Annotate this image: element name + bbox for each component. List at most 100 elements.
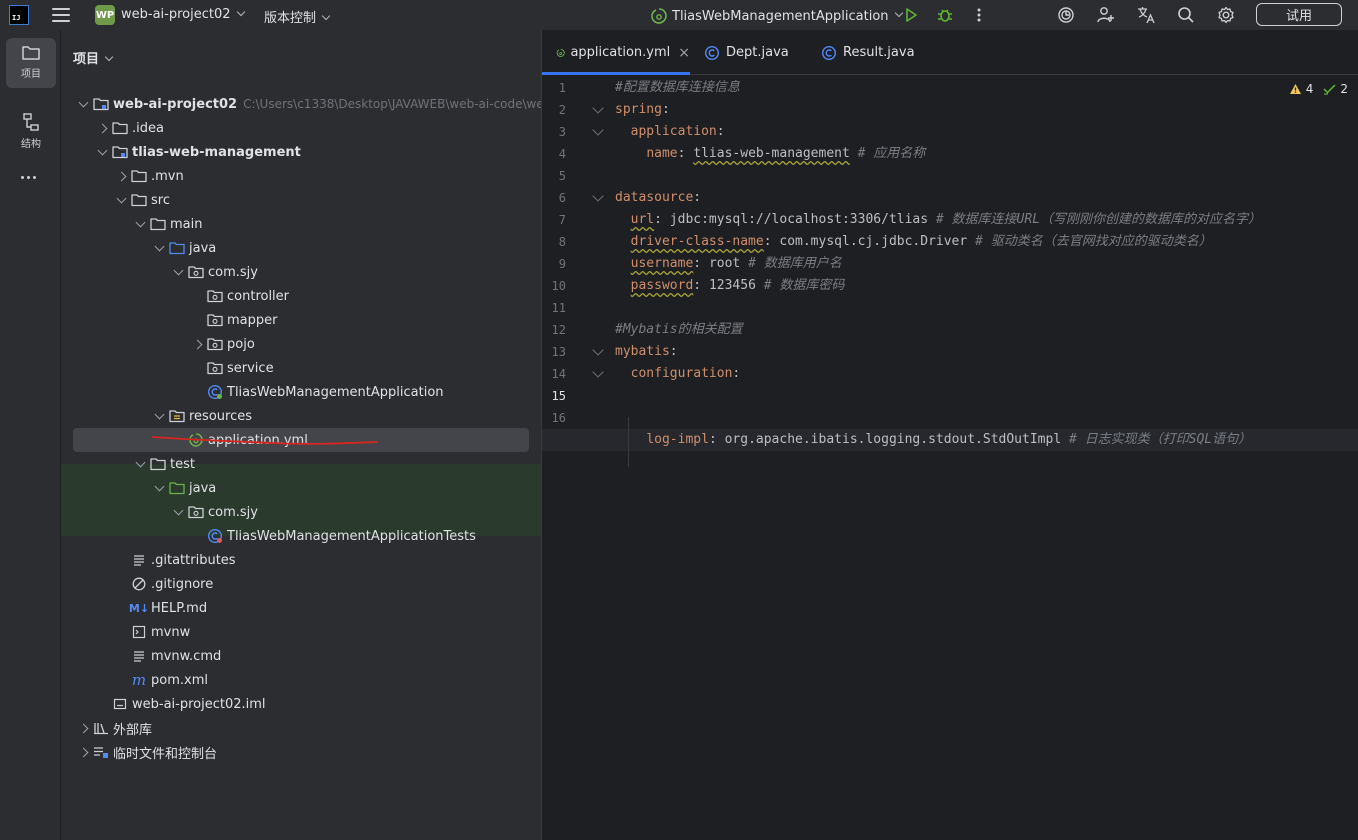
java-class-icon	[704, 45, 720, 60]
structure-tool-button[interactable]: 结构	[6, 106, 56, 156]
tree-item[interactable]: mvnw.cmd	[61, 644, 541, 668]
folder-icon	[131, 192, 147, 208]
yaml-key: spring	[615, 102, 662, 117]
editor-tab-bar: application.yml × Dept.java Result.java	[542, 30, 1358, 75]
tree-item[interactable]: .gitattributes	[61, 548, 541, 572]
chevron-right-icon[interactable]	[94, 120, 110, 136]
tab-result-java[interactable]: Result.java	[821, 30, 941, 75]
run-icon[interactable]	[901, 5, 921, 25]
close-icon[interactable]: ×	[678, 45, 690, 61]
line-number: 16	[551, 411, 566, 425]
chevron-down-icon[interactable]	[113, 192, 129, 208]
tree-item[interactable]: test	[61, 452, 541, 476]
line-number: 7	[558, 213, 566, 227]
tree-item-label: com.sjy	[208, 504, 258, 520]
run-config-selector[interactable]: TliasWebManagementApplication	[650, 7, 903, 25]
tree-item[interactable]: com.sjy	[61, 260, 541, 284]
project-panel-title[interactable]: 项目	[73, 48, 114, 67]
yaml-key: mybatis	[615, 344, 670, 359]
tree-item[interactable]: java	[61, 236, 541, 260]
chevron-down-icon[interactable]	[94, 144, 110, 160]
project-selector[interactable]: web-ai-project02	[121, 7, 245, 22]
tree-item[interactable]: 临时文件和控制台	[61, 740, 541, 764]
fold-chevron-icon[interactable]	[592, 102, 604, 114]
tree-item[interactable]: 外部库	[61, 716, 541, 740]
fold-chevron-icon[interactable]	[592, 366, 604, 378]
intellij-logo-icon[interactable]: IJ	[9, 5, 29, 25]
yaml-key: application	[630, 124, 717, 139]
code-editor[interactable]: #配置数据库连接信息 spring: application: name: tl…	[542, 75, 1358, 840]
tab-application-yml[interactable]: application.yml ×	[542, 30, 690, 75]
search-icon[interactable]	[1176, 5, 1196, 25]
main-menu-icon[interactable]	[52, 6, 70, 24]
tree-item[interactable]: m pom.xml	[61, 668, 541, 692]
module-file-icon	[112, 696, 128, 712]
tree-item-label: TliasWebManagementApplicationTests	[227, 528, 476, 544]
tree-item[interactable]: TliasWebManagementApplication	[61, 380, 541, 404]
project-panel-title-text: 项目	[73, 52, 100, 67]
tree-item[interactable]: .mvn	[61, 164, 541, 188]
package-icon	[207, 360, 223, 376]
tab-dept-java[interactable]: Dept.java	[704, 30, 814, 75]
tree-item[interactable]: mvnw	[61, 620, 541, 644]
add-user-icon[interactable]	[1096, 5, 1116, 25]
fold-chevron-icon[interactable]	[592, 124, 604, 136]
tree-item[interactable]: pojo	[61, 332, 541, 356]
more-actions-icon[interactable]	[969, 5, 989, 25]
vcs-menu[interactable]: 版本控制	[264, 7, 331, 26]
chevron-down-icon[interactable]	[151, 240, 167, 256]
fold-chevron-icon[interactable]	[592, 344, 604, 356]
tab-label: application.yml	[570, 45, 671, 60]
fold-chevron-icon[interactable]	[592, 190, 604, 202]
tree-item[interactable]: .gitignore	[61, 572, 541, 596]
project-tool-button[interactable]: 项目	[6, 38, 56, 88]
settings-gear-icon[interactable]	[1216, 5, 1236, 25]
tree-item-label: service	[227, 360, 274, 376]
tree-item[interactable]: service	[61, 356, 541, 380]
tree-item[interactable]: M↓ HELP.md	[61, 596, 541, 620]
tree-item-label: java	[189, 480, 217, 496]
tree-item[interactable]: web-ai-project02.iml	[61, 692, 541, 716]
tree-item[interactable]: controller	[61, 284, 541, 308]
project-badge[interactable]: WP	[95, 5, 115, 25]
chevron-right-icon[interactable]	[189, 336, 205, 352]
chevron-down-icon[interactable]	[151, 480, 167, 496]
tree-item-label: mvnw.cmd	[151, 648, 222, 664]
chevron-down-icon[interactable]	[132, 456, 148, 472]
translate-icon[interactable]	[1136, 5, 1156, 25]
chevron-right-icon[interactable]	[75, 720, 91, 736]
package-icon	[188, 504, 204, 520]
markdown-icon: M↓	[128, 601, 150, 615]
tree-item-label: .gitignore	[151, 576, 214, 592]
tree-item[interactable]: .idea	[61, 116, 541, 140]
chevron-down-icon[interactable]	[132, 216, 148, 232]
tree-item-label: main	[170, 216, 203, 232]
test-source-folder-icon	[169, 480, 185, 496]
chevron-down-icon[interactable]	[170, 264, 186, 280]
comment: # 数据库用户名	[748, 256, 842, 271]
chevron-down-icon[interactable]	[170, 504, 186, 520]
tree-item[interactable]: src	[61, 188, 541, 212]
tree-item[interactable]: java	[61, 476, 541, 500]
tree-item[interactable]: TliasWebManagementApplicationTests	[61, 524, 541, 548]
tree-item[interactable]: web-ai-project02 C:\Users\c1338\Desktop\J…	[61, 92, 541, 116]
editor-area: application.yml × Dept.java Result.java …	[541, 30, 1358, 840]
chevron-right-icon[interactable]	[113, 168, 129, 184]
tree-item[interactable]: com.sjy	[61, 500, 541, 524]
tree-item[interactable]: tlias-web-management	[61, 140, 541, 164]
yaml-key: driver-class-name	[630, 234, 764, 249]
tree-item[interactable]: main	[61, 212, 541, 236]
ai-assistant-icon[interactable]	[1056, 5, 1076, 25]
chevron-down-icon[interactable]	[151, 408, 167, 424]
chevron-down-icon[interactable]	[75, 96, 91, 112]
comment: # 数据库连接URL（写刚刚你创建的数据库的对应名字）	[935, 212, 1262, 227]
package-icon	[207, 312, 223, 328]
more-tools-icon[interactable]	[21, 176, 36, 179]
tree-item-label: .gitattributes	[151, 552, 236, 568]
tree-item-label: web-ai-project02.iml	[132, 696, 266, 712]
tree-item[interactable]: mapper	[61, 308, 541, 332]
try-button[interactable]: 试用	[1256, 3, 1342, 26]
chevron-right-icon[interactable]	[75, 744, 91, 760]
tree-item[interactable]: resources	[61, 404, 541, 428]
debug-icon[interactable]	[935, 5, 955, 25]
